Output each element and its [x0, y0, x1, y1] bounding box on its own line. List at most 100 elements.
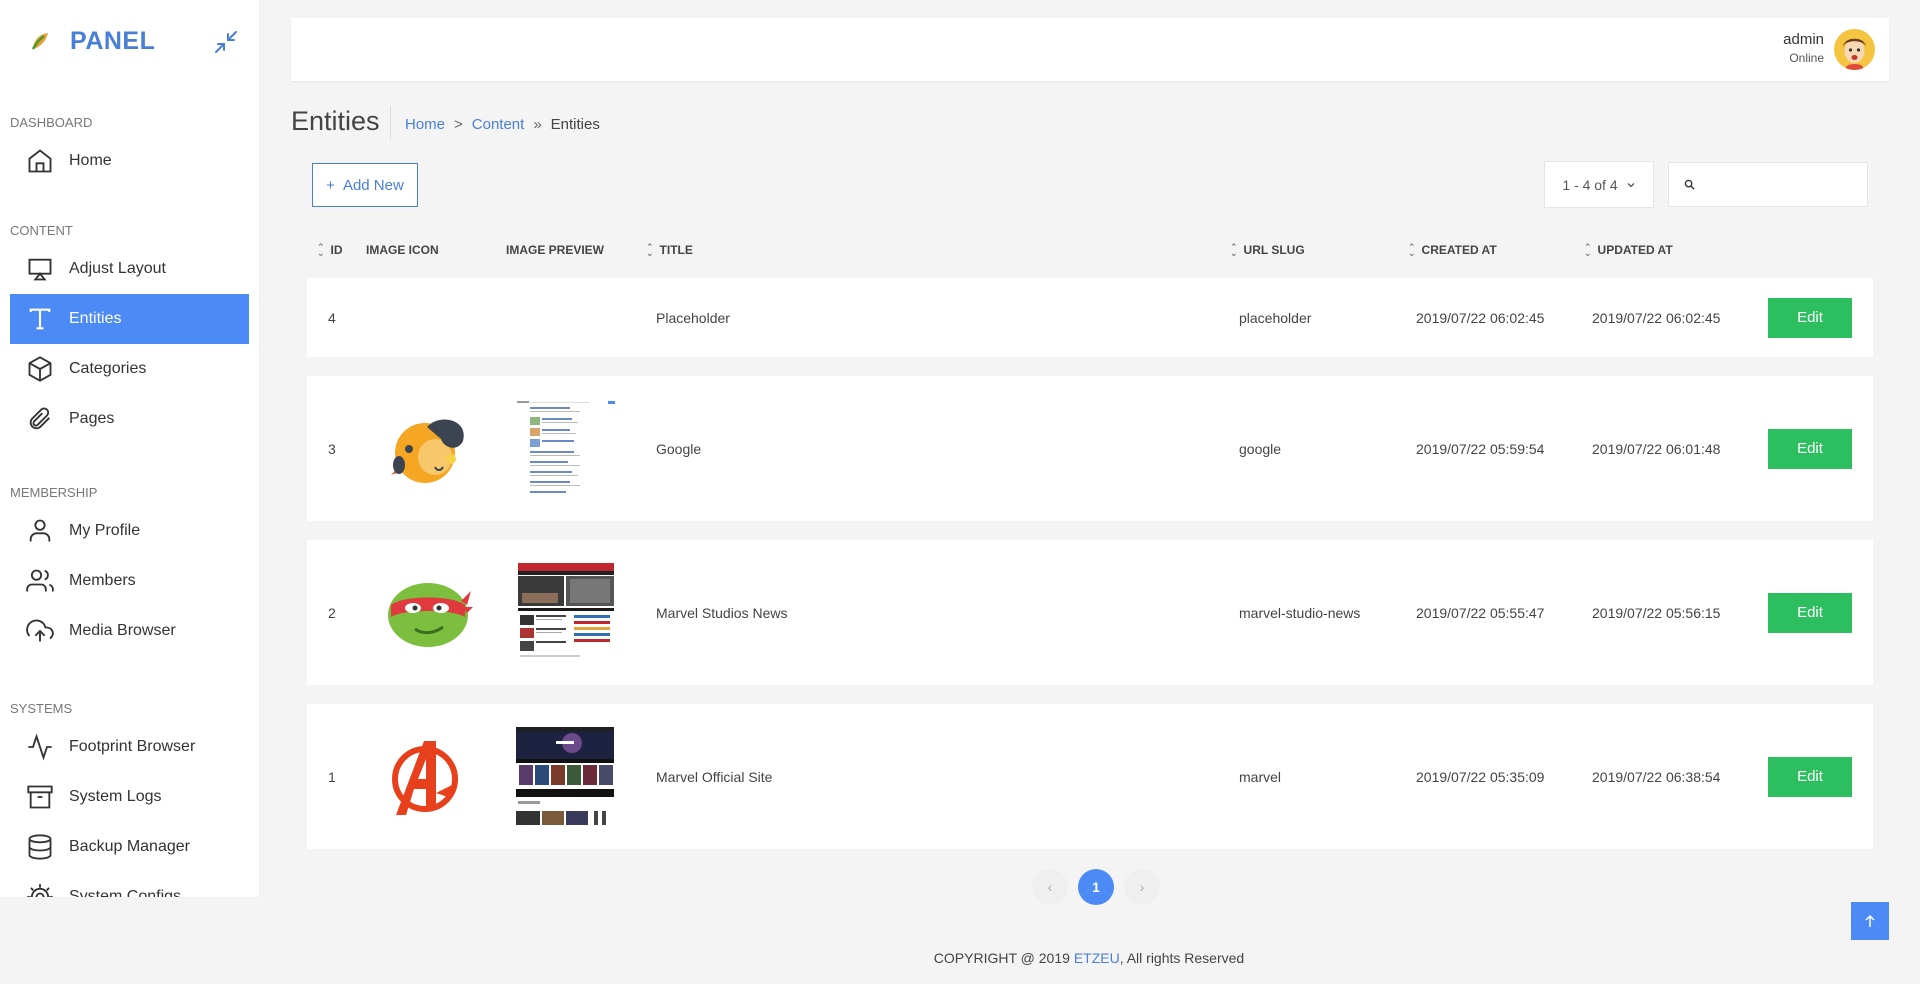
sidebar-item-system-configs[interactable]: System Configs: [10, 872, 249, 897]
sort-icon: ⌃ ⌄: [317, 242, 325, 258]
title-divider: [390, 106, 391, 140]
collapse-icon[interactable]: [212, 28, 240, 56]
avengers-logo-icon: [392, 740, 458, 815]
sort-icon: ⌃ ⌄: [1584, 242, 1592, 258]
column-header-title[interactable]: ⌃ ⌄ TITLE: [646, 243, 693, 258]
user-name[interactable]: admin: [1783, 31, 1824, 48]
monitor-icon: [25, 254, 55, 284]
column-header-image-icon: IMAGE ICON: [366, 243, 439, 257]
search-input[interactable]: [1701, 176, 1861, 193]
cell-id: 1: [328, 768, 336, 785]
section-label-membership: MEMBERSHIP: [10, 485, 98, 500]
table-row: 1 Marvel Official Site marvel 2019/07/22…: [307, 704, 1873, 849]
prev-page-button[interactable]: ‹: [1032, 869, 1068, 905]
sidebar-item-footprint-browser[interactable]: Footprint Browser: [10, 722, 249, 772]
sidebar-item-label: Entities: [69, 310, 122, 327]
cell-title: Marvel Official Site: [656, 768, 773, 785]
chevron-down-icon: [1627, 182, 1635, 187]
sidebar-item-home[interactable]: Home: [10, 136, 249, 186]
sidebar-item-adjust-layout[interactable]: Adjust Layout: [10, 244, 249, 294]
page-range-label: 1 - 4 of 4: [1562, 176, 1618, 193]
footer-brand-link[interactable]: ETZEU: [1074, 950, 1120, 966]
cell-url-slug: placeholder: [1239, 309, 1312, 326]
page-preview-image: [518, 562, 614, 663]
sidebar-item-categories[interactable]: Categories: [10, 344, 249, 394]
sidebar: PANEL DASHBOARD Home CONTENT Adjust Layo…: [0, 0, 260, 897]
sort-icon: ⌃ ⌄: [1230, 242, 1238, 258]
database-icon: [25, 832, 55, 862]
page-button[interactable]: 1: [1078, 869, 1114, 905]
sidebar-item-system-logs[interactable]: System Logs: [10, 772, 249, 822]
search-box: [1668, 162, 1868, 207]
sort-icon: ⌃ ⌄: [1408, 242, 1416, 258]
section-label-content: CONTENT: [10, 223, 73, 238]
cell-updated-at: 2019/07/22 06:01:48: [1592, 440, 1721, 457]
breadcrumb-separator: >: [454, 116, 463, 133]
home-icon: [25, 146, 55, 176]
next-page-button[interactable]: ›: [1124, 869, 1160, 905]
column-header-updated-at[interactable]: ⌃ ⌄ UPDATED AT: [1584, 242, 1673, 258]
footer-rights: , All rights Reserved: [1119, 950, 1245, 966]
edit-button[interactable]: Edit: [1768, 428, 1852, 469]
box-icon: [25, 354, 55, 384]
column-header-id[interactable]: ⌃ ⌄ ID: [317, 242, 343, 258]
breadcrumb-separator: »: [533, 116, 542, 133]
sidebar-item-members[interactable]: Members: [10, 556, 249, 606]
cell-title: Placeholder: [656, 309, 730, 326]
page-preview-image: [516, 398, 616, 499]
breadcrumb-content[interactable]: Content: [472, 116, 525, 133]
settings-icon: [25, 882, 55, 897]
sidebar-item-label: Members: [69, 572, 136, 589]
pagination: ‹ 1 ›: [1032, 869, 1160, 905]
arrow-up-icon: [1865, 914, 1875, 927]
breadcrumb: Home > Content » Entities: [405, 116, 600, 133]
avatar[interactable]: [1834, 29, 1875, 70]
bird-character-icon: [391, 418, 464, 483]
search-icon: [1684, 179, 1695, 190]
table-row: 2 Marvel Studios News marvel-studio-news…: [307, 540, 1873, 685]
cell-id: 4: [328, 309, 336, 326]
ninja-turtle-icon: [388, 582, 473, 647]
cell-created-at: 2019/07/22 05:55:47: [1416, 604, 1545, 621]
breadcrumb-current: Entities: [550, 116, 600, 133]
column-header-created-at[interactable]: ⌃ ⌄ CREATED AT: [1408, 242, 1497, 258]
scroll-to-top-button[interactable]: [1851, 902, 1889, 940]
activity-icon: [25, 732, 55, 762]
sidebar-item-label: Footprint Browser: [69, 738, 196, 755]
sidebar-item-media-browser[interactable]: Media Browser: [10, 606, 249, 656]
upload-cloud-icon: [25, 616, 55, 646]
marvel-site-preview-thumbnail: [516, 726, 614, 827]
sidebar-item-my-profile[interactable]: My Profile: [10, 506, 249, 556]
cell-url-slug: marvel-studio-news: [1239, 604, 1361, 621]
sidebar-item-entities[interactable]: Entities: [10, 294, 249, 344]
breadcrumb-home[interactable]: Home: [405, 116, 445, 133]
type-icon: [25, 304, 55, 334]
cell-url-slug: marvel: [1239, 768, 1282, 785]
edit-button[interactable]: Edit: [1768, 592, 1852, 633]
cell-id: 3: [328, 440, 336, 457]
section-label-dashboard: DASHBOARD: [10, 115, 93, 130]
sidebar-item-backup-manager[interactable]: Backup Manager: [10, 822, 249, 872]
add-new-label: Add New: [342, 176, 404, 194]
google-preview-thumbnail: [516, 398, 616, 499]
cell-created-at: 2019/07/22 05:35:09: [1416, 768, 1545, 785]
avatar-face-icon: [1834, 29, 1875, 70]
edit-button[interactable]: Edit: [1768, 297, 1852, 338]
footer: COPYRIGHT @ 2019 ETZEU, All rights Reser…: [0, 950, 1920, 966]
sidebar-item-label: My Profile: [69, 522, 141, 539]
sidebar-item-label: Categories: [69, 360, 147, 377]
page-range-select[interactable]: 1 - 4 of 4: [1544, 161, 1654, 208]
paperclip-icon: [25, 404, 55, 434]
marvel-news-preview-thumbnail: [518, 562, 614, 663]
sidebar-item-label: Backup Manager: [69, 838, 190, 855]
add-new-button[interactable]: + Add New: [312, 163, 418, 207]
cell-updated-at: 2019/07/22 05:56:15: [1592, 604, 1721, 621]
column-header-url-slug[interactable]: ⌃ ⌄ URL SLUG: [1230, 242, 1305, 258]
sidebar-item-pages[interactable]: Pages: [10, 394, 249, 444]
leaf-logo-icon: [31, 33, 48, 50]
sidebar-item-label: Media Browser: [69, 622, 176, 639]
sidebar-item-label: System Configs: [69, 888, 182, 897]
sidebar-item-label: Pages: [69, 410, 115, 427]
edit-button[interactable]: Edit: [1768, 756, 1852, 797]
section-label-systems: SYSTEMS: [10, 701, 73, 716]
